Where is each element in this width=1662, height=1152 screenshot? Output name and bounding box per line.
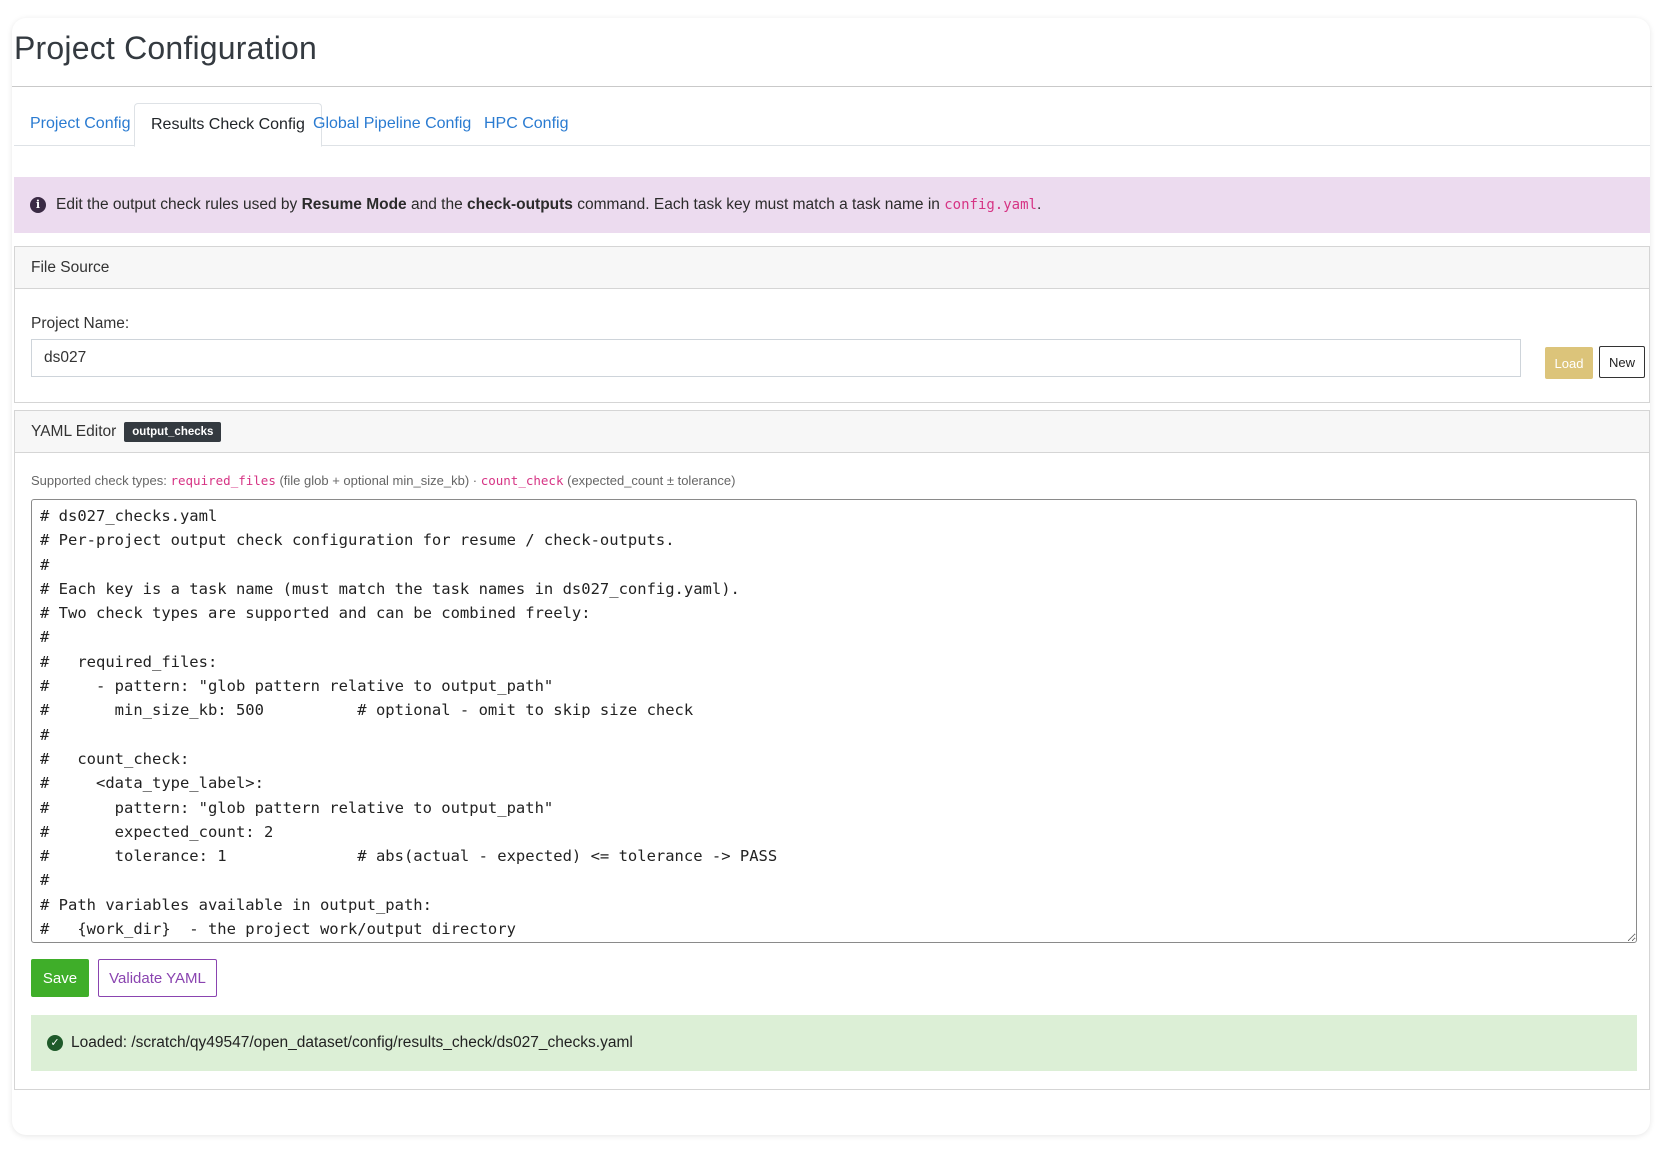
supported-prefix: Supported check types: <box>31 473 171 488</box>
type-count-check: count_check <box>480 473 564 488</box>
info-text-2: and the <box>406 196 467 213</box>
supported-check-types: Supported check types: required_files (f… <box>31 473 735 488</box>
save-button[interactable]: Save <box>31 959 89 997</box>
tab-global-pipeline-config[interactable]: Global Pipeline Config <box>297 103 487 145</box>
tab-results-check-config[interactable]: Results Check Config <box>134 103 322 147</box>
yaml-editor-header: YAML Editor output_checks <box>15 411 1649 453</box>
yaml-editor-title: YAML Editor <box>31 423 117 440</box>
info-icon: i <box>30 197 46 213</box>
new-button[interactable]: New <box>1599 346 1645 378</box>
success-alert: ✓ Loaded: /scratch/qy49547/open_dataset/… <box>31 1015 1637 1071</box>
yaml-editor-panel: YAML Editor output_checks Supported chec… <box>14 410 1650 1090</box>
validate-yaml-button[interactable]: Validate YAML <box>98 959 217 997</box>
file-source-panel: File Source Project Name: Load New <box>14 246 1650 403</box>
title-divider <box>12 86 1652 87</box>
tab-bar: Project Config Results Check Config Glob… <box>14 103 1650 147</box>
project-name-label: Project Name: <box>31 315 130 332</box>
check-circle-icon: ✓ <box>47 1035 63 1051</box>
project-name-input[interactable] <box>31 339 1521 377</box>
info-bold-resume-mode: Resume Mode <box>301 196 407 213</box>
type-required-files: required_files <box>170 473 276 488</box>
output-checks-badge: output_checks <box>124 421 222 442</box>
tab-hpc-config[interactable]: HPC Config <box>468 103 584 145</box>
file-source-header: File Source <box>15 247 1649 289</box>
type-required-files-desc: (file glob + optional min_size_kb) · <box>275 473 481 488</box>
info-bold-check-outputs: check-outputs <box>467 196 573 213</box>
info-text-4: . <box>1036 196 1042 213</box>
info-code-config-yaml: config.yaml <box>944 197 1037 213</box>
info-alert-text: Edit the output check rules used by Resu… <box>56 196 1041 214</box>
info-text-1: Edit the output check rules used by <box>56 196 302 213</box>
info-text-3: command. Each task key must match a task… <box>572 196 945 213</box>
info-alert: i Edit the output check rules used by Re… <box>14 177 1650 233</box>
load-button[interactable]: Load <box>1545 347 1593 379</box>
type-count-check-desc: (expected_count ± tolerance) <box>563 473 736 488</box>
success-alert-text: Loaded: /scratch/qy49547/open_dataset/co… <box>71 1034 633 1051</box>
tab-project-config[interactable]: Project Config <box>14 103 147 145</box>
yaml-editor-textarea[interactable]: # ds027_checks.yaml # Per-project output… <box>31 499 1637 943</box>
page-title: Project Configuration <box>14 30 318 66</box>
